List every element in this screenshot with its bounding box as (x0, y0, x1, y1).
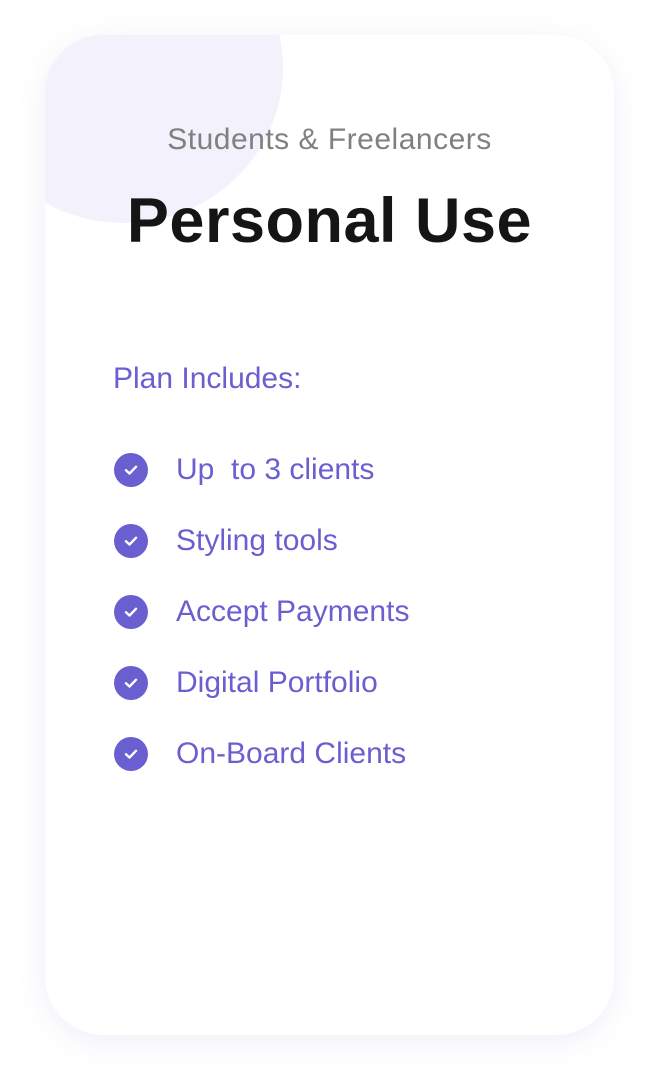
plan-audience: Students & Freelancers (167, 123, 492, 156)
feature-label: Accept Payments (176, 594, 410, 628)
check-circle-icon (114, 665, 148, 700)
feature-label: Styling tools (176, 523, 338, 557)
check-circle-icon (114, 594, 148, 629)
feature-item: Styling tools (113, 505, 409, 576)
feature-item: Up to 3 clients (113, 434, 409, 505)
feature-label: On-Board Clients (176, 736, 407, 770)
feature-item: Accept Payments (113, 576, 409, 647)
plan-includes-heading: Plan Includes: (113, 362, 302, 395)
feature-label: Digital Portfolio (176, 665, 378, 699)
check-circle-icon (114, 452, 148, 487)
check-circle-icon (114, 523, 148, 558)
feature-item: Digital Portfolio (113, 647, 409, 718)
feature-label: Up to 3 clients (176, 452, 375, 486)
pricing-card: Students & Freelancers Personal Use Plan… (45, 35, 614, 1035)
plan-title: Personal Use (126, 186, 533, 256)
feature-item: On-Board Clients (113, 718, 409, 789)
feature-list: Up to 3 clients Styling tools Accept Pay… (113, 434, 409, 789)
check-circle-icon (114, 736, 148, 771)
